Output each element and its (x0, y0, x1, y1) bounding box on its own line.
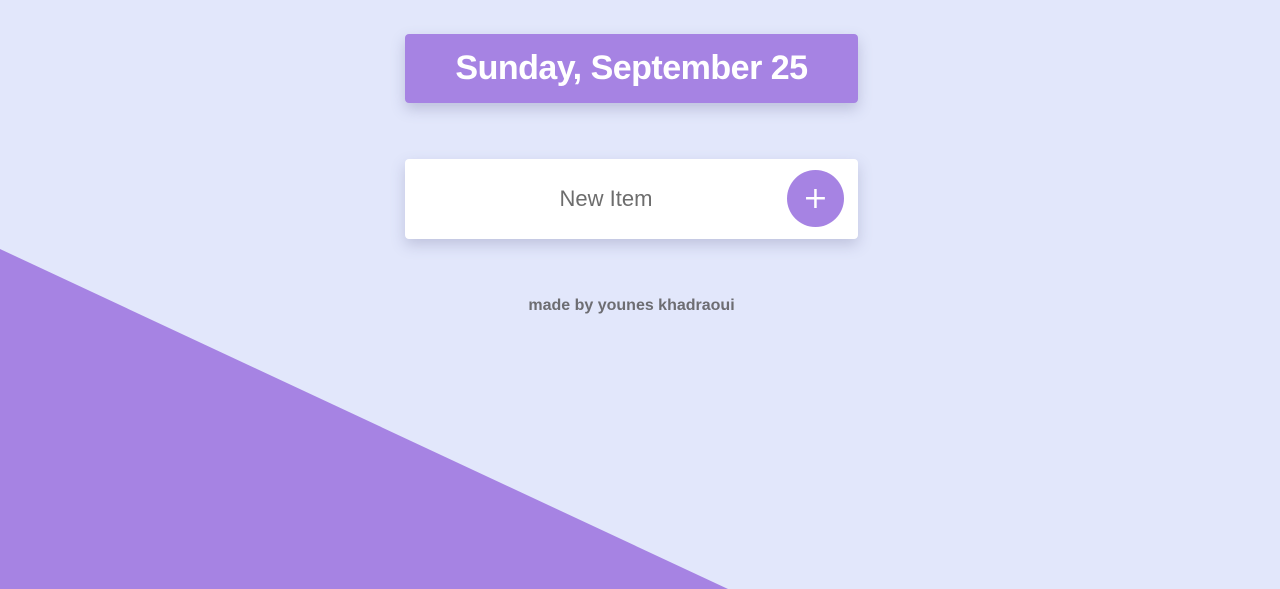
add-item-button[interactable]: + (787, 170, 844, 227)
plus-icon: + (802, 180, 829, 216)
new-item-form: + (405, 159, 858, 239)
date-heading-box: Sunday, September 25 (405, 34, 858, 103)
new-item-input[interactable] (425, 179, 787, 219)
footer-credit: made by younes khadraoui (528, 297, 735, 314)
date-heading: Sunday, September 25 (455, 49, 808, 87)
